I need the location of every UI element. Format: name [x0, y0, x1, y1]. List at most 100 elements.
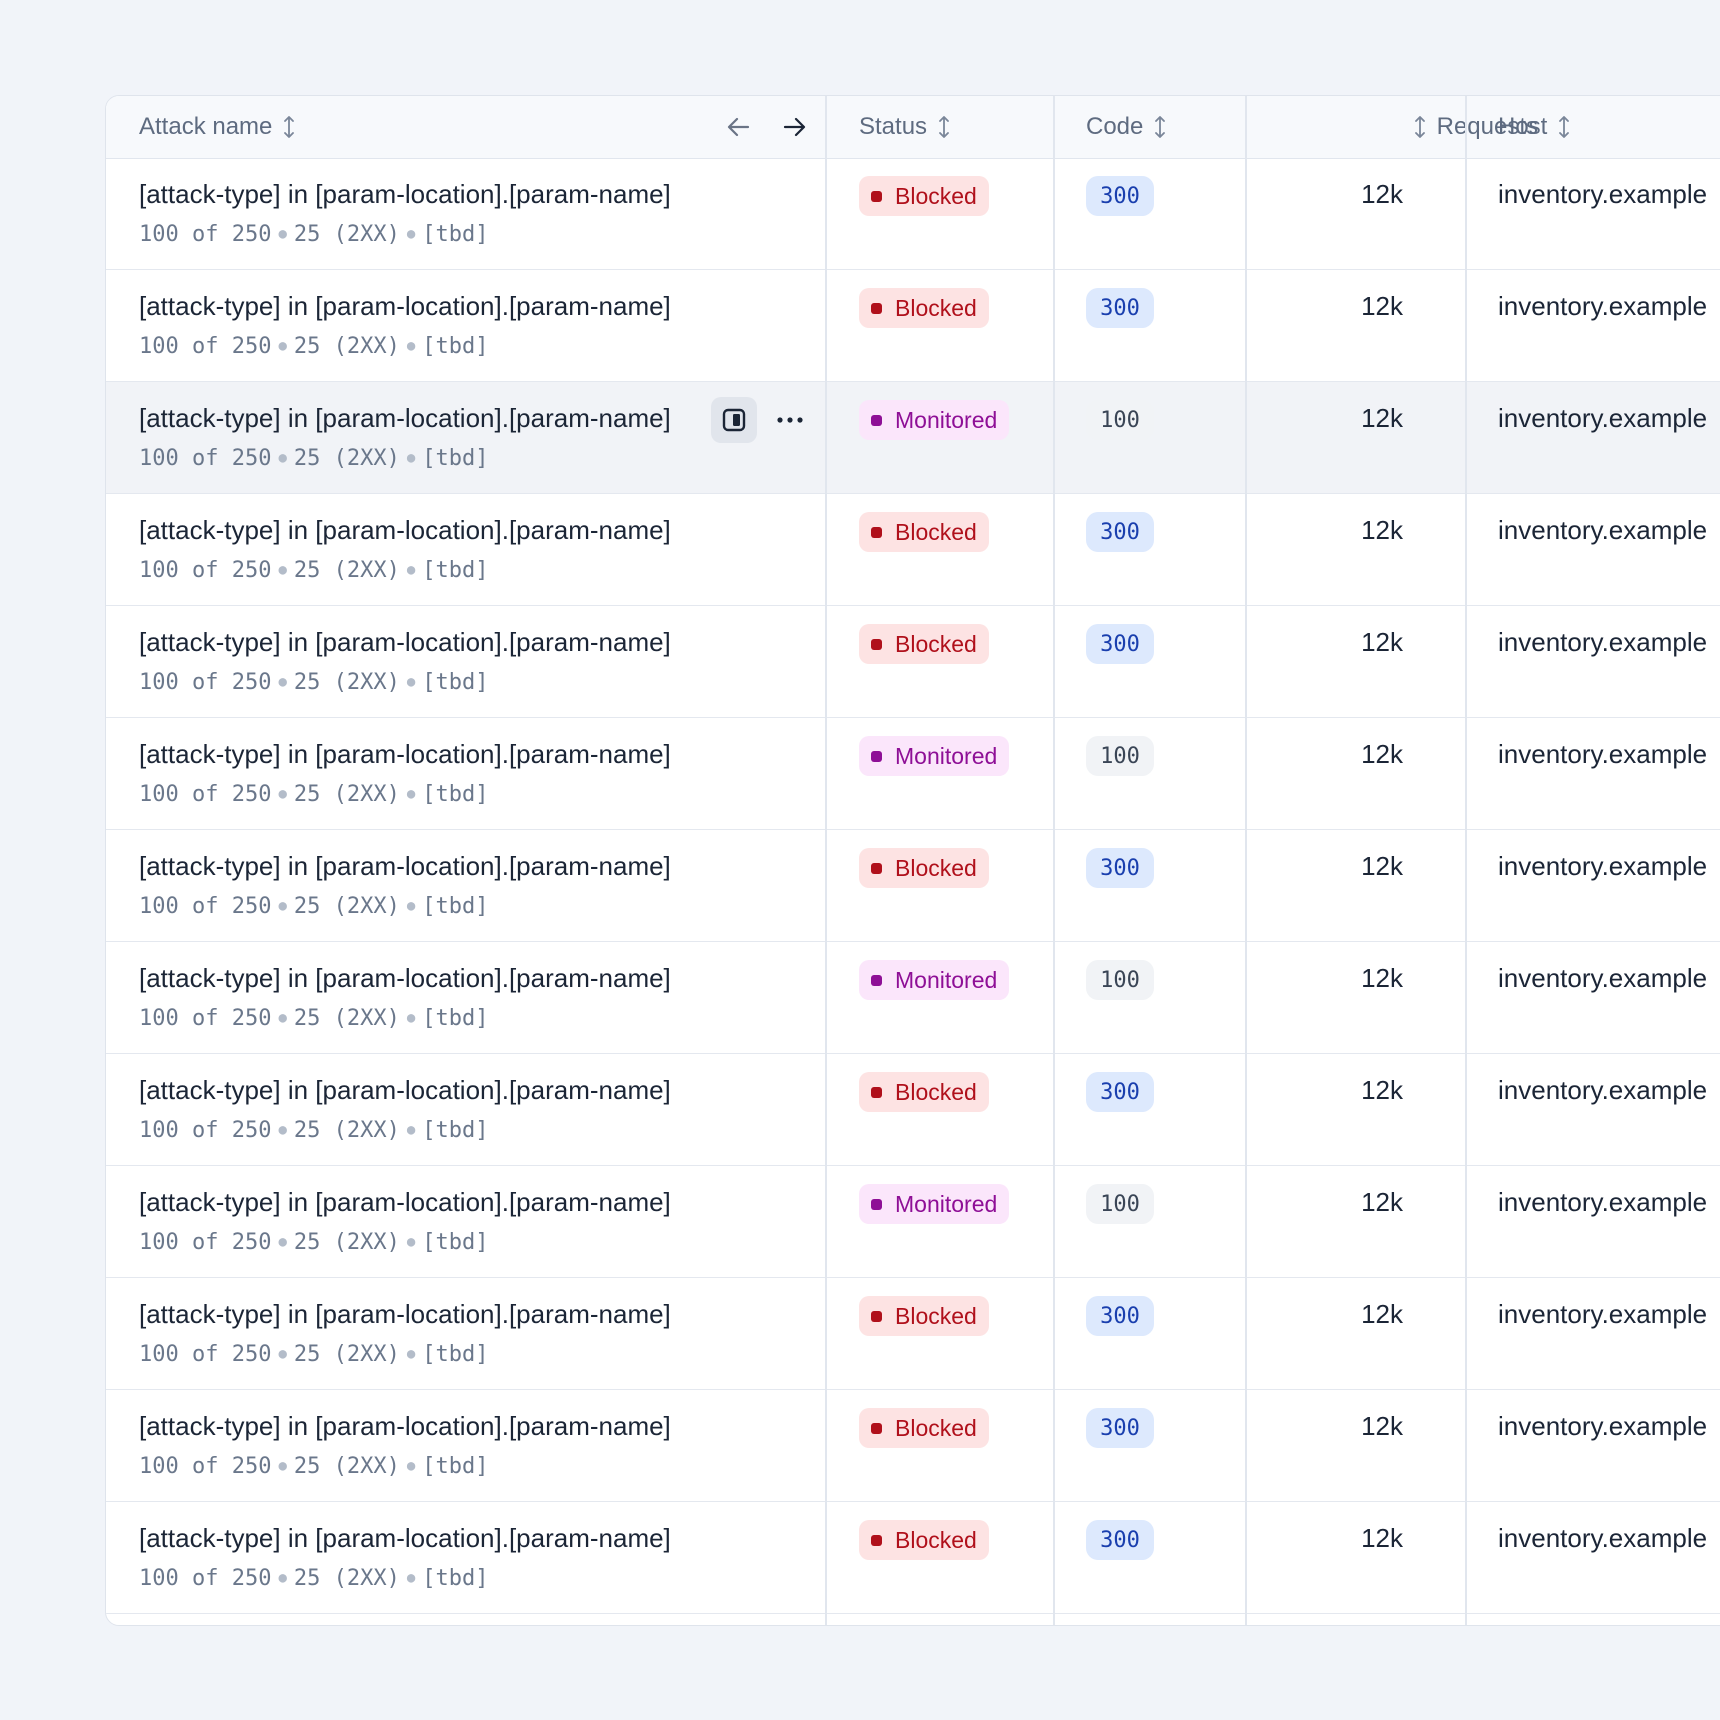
table-row[interactable]: [attack-type] in [param-location].[param…	[106, 1390, 1720, 1502]
table-row[interactable]: [attack-type] in [param-location].[param…	[106, 718, 1720, 830]
meta-extra: [tbd]	[422, 1342, 489, 1367]
status-badge: Blocked	[859, 624, 989, 664]
column-header-label: Attack name	[139, 113, 273, 140]
status-label: Blocked	[895, 630, 977, 657]
separator-dot: ●	[406, 1234, 416, 1250]
separator-dot: ●	[278, 1346, 287, 1362]
attack-name[interactable]: [attack-type] in [param-location].[param…	[139, 627, 671, 658]
status-dot	[871, 750, 882, 762]
attack-name[interactable]: [attack-type] in [param-location].[param…	[139, 851, 671, 882]
sort-arrows-icon	[1414, 116, 1425, 138]
status-badge: Monitored	[859, 960, 1010, 1000]
status-badge: Monitored	[859, 400, 1010, 440]
status-label: Monitored	[895, 966, 998, 993]
separator-dot: ●	[406, 226, 416, 242]
column-header-attack-name[interactable]: Attack name	[139, 96, 296, 158]
attack-name[interactable]: [attack-type] in [param-location].[param…	[139, 403, 699, 434]
table-row[interactable]: [attack-type] in [param-location].[param…	[106, 382, 1720, 494]
status-badge: Blocked	[859, 1072, 989, 1112]
status-dot	[871, 862, 882, 874]
column-header-host[interactable]: Host	[1498, 96, 1571, 158]
separator-dot: ●	[406, 1570, 416, 1586]
separator-dot: ●	[406, 786, 416, 802]
meta-extra: [tbd]	[422, 1566, 489, 1591]
requests-count: 12k	[1361, 1187, 1403, 1217]
attack-name[interactable]: [attack-type] in [param-location].[param…	[139, 1187, 671, 1218]
separator-dot: ●	[406, 898, 416, 914]
attack-name[interactable]: [attack-type] in [param-location].[param…	[139, 1523, 671, 1554]
scroll-left-button[interactable]	[723, 111, 755, 143]
table-row[interactable]: [attack-type] in [param-location].[param…	[106, 942, 1720, 1054]
attack-name[interactable]: [attack-type] in [param-location].[param…	[139, 1411, 671, 1442]
status-dot	[871, 1422, 882, 1434]
attack-meta: 100 of 250 ● 25 (2XX) ● [tbd]	[139, 1342, 489, 1367]
requests-count: 12k	[1361, 291, 1403, 321]
meta-extra: [tbd]	[422, 782, 489, 807]
column-header-label: Code	[1086, 113, 1144, 140]
host-name: inventory.example	[1498, 1187, 1708, 1217]
column-divider	[825, 96, 827, 1625]
status-dot	[871, 1086, 882, 1098]
meta-responses: 25 (2XX)	[293, 558, 400, 583]
separator-dot: ●	[278, 226, 287, 242]
meta-count: 100 of 250	[139, 670, 272, 695]
status-label: Monitored	[895, 406, 998, 433]
meta-count: 100 of 250	[139, 1006, 272, 1031]
separator-dot: ●	[406, 450, 416, 466]
table-row[interactable]: [attack-type] in [param-location].[param…	[106, 830, 1720, 942]
attack-meta: 100 of 250 ● 25 (2XX) ● [tbd]	[139, 670, 489, 695]
status-label: Blocked	[895, 294, 977, 321]
code-badge: 100	[1086, 736, 1154, 776]
attack-name[interactable]: [attack-type] in [param-location].[param…	[139, 1299, 671, 1330]
separator-dot: ●	[278, 786, 287, 802]
table-row[interactable]: [attack-type] in [param-location].[param…	[106, 1502, 1720, 1614]
code-badge: 300	[1086, 176, 1154, 216]
table-row[interactable]: [attack-type] in [param-location].[param…	[106, 494, 1720, 606]
host-name: inventory.example	[1498, 403, 1708, 433]
table-row[interactable]: [attack-type] in [param-location].[param…	[106, 606, 1720, 718]
attack-meta: 100 of 250 ● 25 (2XX) ● [tbd]	[139, 334, 489, 359]
attack-name[interactable]: [attack-type] in [param-location].[param…	[139, 515, 671, 546]
status-label: Blocked	[895, 1078, 977, 1105]
meta-extra: [tbd]	[422, 558, 489, 583]
separator-dot: ●	[278, 338, 287, 354]
attack-name[interactable]: [attack-type] in [param-location].[param…	[139, 1075, 671, 1106]
column-header-status[interactable]: Status	[859, 96, 951, 158]
meta-extra: [tbd]	[422, 894, 489, 919]
more-actions-button[interactable]	[767, 397, 813, 443]
table-row[interactable]: [attack-type] in [param-location].[param…	[106, 270, 1720, 382]
host-name: inventory.example	[1498, 179, 1708, 209]
attack-meta: 100 of 250 ● 25 (2XX) ● [tbd]	[139, 558, 489, 583]
status-badge: Blocked	[859, 288, 989, 328]
separator-dot: ●	[278, 1234, 287, 1250]
attack-name[interactable]: [attack-type] in [param-location].[param…	[139, 179, 671, 210]
column-header-label: Status	[859, 113, 928, 140]
attack-name[interactable]: [attack-type] in [param-location].[param…	[139, 739, 671, 770]
code-badge: 100	[1086, 960, 1154, 1000]
attack-meta: 100 of 250 ● 25 (2XX) ● [tbd]	[139, 1566, 489, 1591]
meta-extra: [tbd]	[422, 1118, 489, 1143]
separator-dot: ●	[406, 338, 416, 354]
requests-count: 12k	[1361, 963, 1403, 993]
open-panel-button[interactable]	[711, 397, 757, 443]
requests-count: 12k	[1361, 1299, 1403, 1329]
table-row[interactable]: [attack-type] in [param-location].[param…	[106, 1166, 1720, 1278]
table-row[interactable]: [attack-type] in [param-location].[param…	[106, 158, 1720, 270]
meta-responses: 25 (2XX)	[293, 334, 400, 359]
attack-name[interactable]: [attack-type] in [param-location].[param…	[139, 963, 671, 994]
meta-extra: [tbd]	[422, 446, 489, 471]
table-row[interactable]: [attack-type] in [param-location].[param…	[106, 1054, 1720, 1166]
column-header-code[interactable]: Code	[1086, 96, 1167, 158]
status-label: Blocked	[895, 1302, 977, 1329]
host-name: inventory.example	[1498, 627, 1708, 657]
status-badge: Blocked	[859, 1520, 989, 1560]
scroll-right-button[interactable]	[778, 111, 810, 143]
table-row[interactable]: [attack-type] in [param-location].[param…	[106, 1278, 1720, 1390]
status-badge: Monitored	[859, 1184, 1010, 1224]
requests-count: 12k	[1361, 739, 1403, 769]
meta-responses: 25 (2XX)	[293, 894, 400, 919]
attack-name[interactable]: [attack-type] in [param-location].[param…	[139, 291, 671, 322]
status-label: Blocked	[895, 182, 977, 209]
status-badge: Blocked	[859, 176, 989, 216]
separator-dot: ●	[278, 1458, 287, 1474]
